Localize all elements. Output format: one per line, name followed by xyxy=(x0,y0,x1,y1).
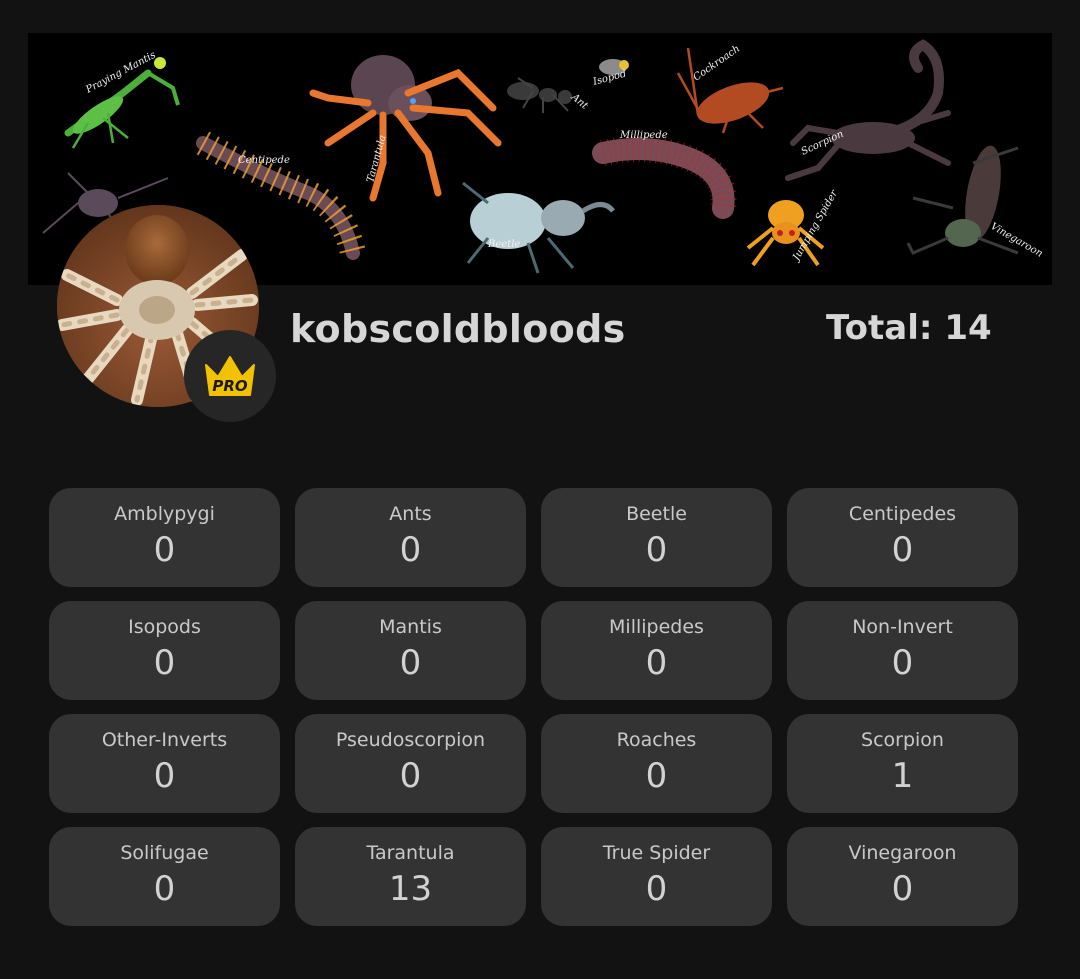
category-count: 0 xyxy=(153,756,176,796)
category-label: Roaches xyxy=(616,729,697,751)
category-card-beetle[interactable]: Beetle 0 xyxy=(541,488,772,587)
category-label: Millipedes xyxy=(609,616,704,638)
category-card-solifugae[interactable]: Solifugae 0 xyxy=(49,827,280,926)
category-count: 0 xyxy=(891,643,914,683)
category-card-isopods[interactable]: Isopods 0 xyxy=(49,601,280,700)
category-card-vinegaroon[interactable]: Vinegaroon 0 xyxy=(787,827,1018,926)
jumping-spider-illustration: Jumping Spider xyxy=(746,187,841,267)
tarantula-illustration: Tarantula xyxy=(309,55,502,202)
category-label: Mantis xyxy=(379,616,442,638)
category-label: Scorpion xyxy=(861,729,944,751)
pro-badge-label: PRO xyxy=(212,377,248,395)
category-count: 0 xyxy=(399,643,422,683)
category-card-true-spider[interactable]: True Spider 0 xyxy=(541,827,772,926)
category-count: 0 xyxy=(153,643,176,683)
category-card-amblypygi[interactable]: Amblypygi 0 xyxy=(49,488,280,587)
category-grid: Amblypygi 0 Ants 0 Beetle 0 Centipedes 0… xyxy=(49,488,1018,926)
category-count: 0 xyxy=(153,530,176,570)
beetle-illustration: Beetle xyxy=(462,181,615,274)
label-centipede: Centipede xyxy=(238,155,290,166)
label-cockroach: Cockroach xyxy=(691,43,742,83)
category-count: 0 xyxy=(645,869,668,909)
category-count: 0 xyxy=(399,530,422,570)
category-count: 0 xyxy=(399,756,422,796)
pro-badge: PRO xyxy=(184,330,276,422)
username: kobscoldbloods xyxy=(290,307,626,351)
vinegaroon-illustration: Vinegaroon xyxy=(906,145,1044,260)
crown-icon: PRO xyxy=(205,356,255,396)
category-count: 13 xyxy=(388,869,433,909)
category-card-ants[interactable]: Ants 0 xyxy=(295,488,526,587)
category-count: 1 xyxy=(891,756,914,796)
ant-illustration: Ant xyxy=(507,77,590,113)
category-card-non-invert[interactable]: Non-Invert 0 xyxy=(787,601,1018,700)
category-card-roaches[interactable]: Roaches 0 xyxy=(541,714,772,813)
label-ant: Ant xyxy=(568,91,590,112)
category-card-scorpion[interactable]: Scorpion 1 xyxy=(787,714,1018,813)
category-label: Amblypygi xyxy=(114,503,215,525)
label-millipede: Millipede xyxy=(619,130,668,141)
category-label: Isopods xyxy=(128,616,201,638)
category-label: Centipedes xyxy=(848,503,957,525)
category-label: Non-Invert xyxy=(852,616,953,638)
category-count: 0 xyxy=(645,756,668,796)
category-label: Tarantula xyxy=(366,842,455,864)
category-label: Beetle xyxy=(626,503,687,525)
category-count: 0 xyxy=(153,869,176,909)
category-card-tarantula[interactable]: Tarantula 13 xyxy=(295,827,526,926)
category-card-millipedes[interactable]: Millipedes 0 xyxy=(541,601,772,700)
label-beetle: Beetle xyxy=(487,239,520,250)
isopod-illustration: Isopod xyxy=(591,59,629,88)
category-card-mantis[interactable]: Mantis 0 xyxy=(295,601,526,700)
category-card-centipedes[interactable]: Centipedes 0 xyxy=(787,488,1018,587)
category-card-pseudoscorpion[interactable]: Pseudoscorpion 0 xyxy=(295,714,526,813)
profile-page: Praying Mantis Tarantula Ant Isopod Cock… xyxy=(0,0,1080,979)
total-count: Total: 14 xyxy=(826,308,992,348)
category-count: 0 xyxy=(645,643,668,683)
category-count: 0 xyxy=(645,530,668,570)
category-card-other-inverts[interactable]: Other-Inverts 0 xyxy=(49,714,280,813)
category-count: 0 xyxy=(891,869,914,909)
category-label: Solifugae xyxy=(120,842,209,864)
cockroach-illustration: Cockroach xyxy=(676,43,784,134)
millipede-illustration: Millipede xyxy=(592,130,737,219)
category-label: Ants xyxy=(389,503,432,525)
category-label: Vinegaroon xyxy=(848,842,957,864)
category-label: True Spider xyxy=(602,842,711,864)
mantis-illustration: Praying Mantis xyxy=(64,50,180,149)
category-label: Pseudoscorpion xyxy=(335,729,486,751)
category-label: Other-Inverts xyxy=(101,729,228,751)
category-count: 0 xyxy=(891,530,914,570)
scorpion-illustration: Scorpion xyxy=(785,39,951,181)
